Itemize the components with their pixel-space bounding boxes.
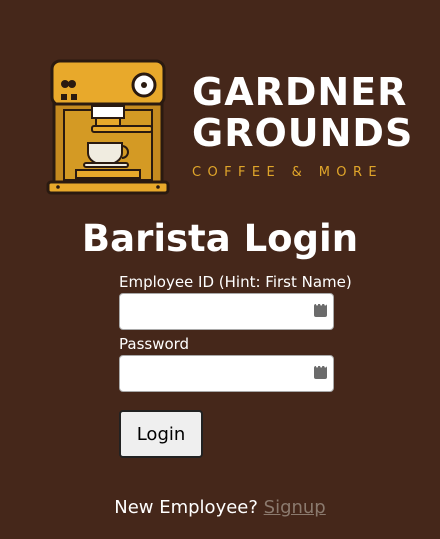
password-manager-key-icon[interactable]: [314, 301, 327, 317]
password-label: Password: [119, 335, 190, 353]
password-input[interactable]: [119, 355, 334, 392]
brand-name-line2: GROUNDS: [192, 111, 414, 155]
signup-link[interactable]: Signup: [264, 497, 326, 518]
brand-tagline: COFFEE & MORE: [192, 165, 383, 180]
espresso-machine-icon: [46, 59, 170, 195]
password-manager-key-icon[interactable]: [314, 363, 327, 379]
employee-id-input[interactable]: [119, 293, 334, 330]
brand-name-line1: GARDNER: [192, 70, 408, 114]
signup-row: New Employee? Signup: [0, 497, 440, 519]
page-title: Barista Login: [81, 217, 359, 260]
employee-id-label: Employee ID (Hint: First Name): [119, 273, 352, 291]
login-button[interactable]: Login: [119, 410, 203, 458]
brand-logo: GARDNER GROUNDS COFFEE & MORE: [44, 58, 414, 200]
signup-prompt: New Employee?: [114, 497, 264, 518]
